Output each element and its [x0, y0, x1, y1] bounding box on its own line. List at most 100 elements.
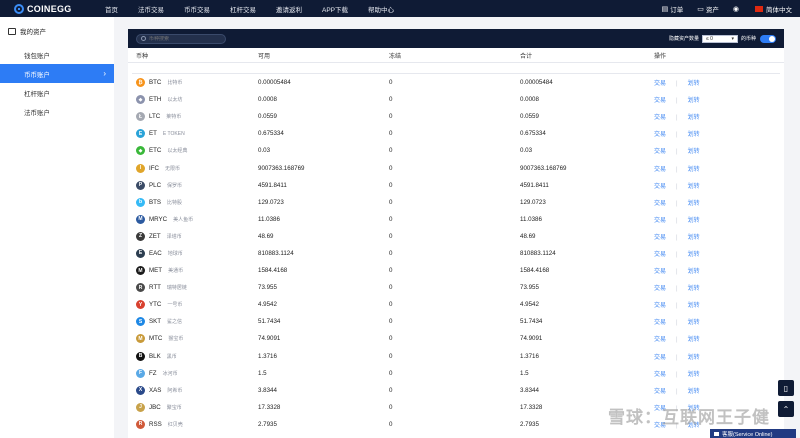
coin-icon: P: [136, 180, 145, 190]
transfer-link[interactable]: 划转: [688, 320, 700, 326]
coin-cell: M MET 美通币: [128, 266, 258, 276]
transfer-link[interactable]: 划转: [688, 286, 700, 292]
nav-referral[interactable]: 邀请返利: [276, 4, 302, 14]
coin-search-input[interactable]: [149, 35, 219, 42]
trade-link[interactable]: 交易: [654, 269, 666, 275]
logo[interactable]: COINEGG: [14, 3, 99, 14]
trade-link[interactable]: 交易: [654, 184, 666, 190]
orders-link[interactable]: ▤ 订单: [662, 4, 684, 14]
coin-search-box[interactable]: [136, 33, 226, 44]
coin-cell: M MTC 猴宝币: [128, 334, 258, 344]
trade-link[interactable]: 交易: [654, 98, 666, 104]
trade-link[interactable]: 交易: [654, 132, 666, 138]
back-to-top-button[interactable]: ⌃: [778, 401, 794, 417]
coin-name: 无限币: [164, 165, 180, 172]
trade-link[interactable]: 交易: [654, 252, 666, 258]
trade-link[interactable]: 交易: [654, 201, 666, 207]
actions-cell: 交易 | 划转: [654, 334, 784, 343]
language-label: 简体中文: [766, 6, 792, 14]
frozen-cell: 0: [389, 181, 393, 189]
action-separator: |: [676, 251, 678, 258]
transfer-link[interactable]: 划转: [688, 149, 700, 155]
chat-icon: [714, 431, 719, 436]
coin-icon: B: [136, 351, 145, 361]
table-row: E ET E TOKEN 0.675334 0 0.675334 交易 | 划转: [128, 125, 784, 142]
frozen-cell: 0: [389, 301, 393, 309]
trade-link[interactable]: 交易: [654, 389, 666, 395]
trade-link[interactable]: 交易: [654, 149, 666, 155]
nav-spot-trade[interactable]: 币币交易: [184, 4, 210, 14]
frozen-cell: 0: [389, 249, 393, 257]
trade-link[interactable]: 交易: [654, 355, 666, 361]
table-row: ₿ BTC 比特币 0.00005484 0 0.00005484 交易 | 划转: [128, 74, 784, 91]
nav-help-center[interactable]: 帮助中心: [368, 4, 394, 14]
coin-symbol: JBC: [149, 403, 161, 411]
transfer-link[interactable]: 划转: [688, 184, 700, 190]
actions-cell: 交易 | 划转: [654, 317, 784, 326]
transfer-link[interactable]: 划转: [688, 81, 700, 87]
nav-home[interactable]: 首页: [105, 4, 118, 14]
trade-link[interactable]: 交易: [654, 218, 666, 224]
total-cell: 0.675334: [520, 130, 546, 138]
transfer-link[interactable]: 划转: [688, 389, 700, 395]
nav-margin-trade[interactable]: 杠杆交易: [230, 4, 256, 14]
assets-link[interactable]: ▭ 资产: [697, 4, 719, 14]
trade-link[interactable]: 交易: [654, 115, 666, 121]
table-row: X XAS 阿希币 3.8344 0 3.8344 交易 | 划转: [128, 382, 784, 399]
coin-icon: E: [136, 129, 145, 139]
trade-link[interactable]: 交易: [654, 235, 666, 241]
customer-service-button[interactable]: 客服(Service Online): [710, 429, 796, 438]
language-selector[interactable]: 简体中文: [755, 4, 792, 14]
transfer-link[interactable]: 划转: [688, 355, 700, 361]
trade-link[interactable]: 交易: [654, 320, 666, 326]
header-frozen: 冻结: [389, 53, 402, 60]
actions-cell: 交易 | 划转: [654, 181, 784, 190]
nav-app-download[interactable]: APP下载: [322, 4, 348, 14]
chevron-right-icon: ›: [103, 69, 106, 78]
transfer-link[interactable]: 划转: [688, 115, 700, 121]
total-cell: 810883.1124: [520, 249, 556, 257]
available-cell: 0.03: [258, 147, 271, 155]
trade-link[interactable]: 交易: [654, 337, 666, 343]
sidebar-item-spot-account[interactable]: 币币账户 ›: [0, 64, 114, 83]
sidebar-item-fiat-account[interactable]: 法币账户: [0, 102, 114, 121]
trade-link[interactable]: 交易: [654, 303, 666, 309]
transfer-link[interactable]: 划转: [688, 201, 700, 207]
total-cell: 4591.8411: [520, 181, 549, 189]
coin-icon: J: [136, 402, 145, 412]
hide-threshold-select[interactable]: ≤ 0 ▾: [701, 34, 738, 43]
trade-link[interactable]: 交易: [654, 286, 666, 292]
total-cell: 74.9091: [520, 335, 543, 343]
transfer-link[interactable]: 划转: [688, 218, 700, 224]
hide-small-toggle[interactable]: [760, 34, 776, 43]
actions-cell: 交易 | 划转: [654, 283, 784, 292]
transfer-link[interactable]: 划转: [688, 303, 700, 309]
transfer-link[interactable]: 划转: [688, 269, 700, 275]
trade-link[interactable]: 交易: [654, 167, 666, 173]
transfer-link[interactable]: 划转: [688, 235, 700, 241]
coin-cell: M MRYC 美人鱼币: [128, 214, 258, 224]
transfer-link[interactable]: 划转: [688, 167, 700, 173]
transfer-link[interactable]: 划转: [688, 98, 700, 104]
coin-name: 美人鱼币: [173, 216, 194, 223]
sidebar-item-margin-account[interactable]: 杠杆账户: [0, 83, 114, 102]
coin-cell: B BLK 黑币: [128, 351, 258, 361]
transfer-link[interactable]: 划转: [688, 337, 700, 343]
sidebar-item-wallet-account[interactable]: 钱包账户: [0, 45, 114, 64]
transfer-link[interactable]: 划转: [688, 372, 700, 378]
user-menu[interactable]: ◉: [733, 5, 741, 13]
coin-name: 比特股: [167, 199, 183, 206]
nav-fiat-trade[interactable]: 法币交易: [138, 4, 164, 14]
coin-name: 冰河币: [162, 370, 178, 377]
table-row: F FZ 冰河币 1.5 0 1.5 交易 | 划转: [128, 365, 784, 382]
mobile-app-button[interactable]: ▯: [778, 380, 794, 396]
coin-icon: S: [136, 317, 145, 327]
trade-link[interactable]: 交易: [654, 372, 666, 378]
logo-text: COINEGG: [27, 3, 72, 14]
transfer-link[interactable]: 划转: [688, 132, 700, 138]
trade-link[interactable]: 交易: [654, 81, 666, 87]
hide-small-assets: 隐藏资产数量 ≤ 0 ▾ 的币种: [669, 34, 776, 43]
action-separator: |: [676, 81, 678, 88]
action-separator: |: [676, 98, 678, 105]
transfer-link[interactable]: 划转: [688, 252, 700, 258]
